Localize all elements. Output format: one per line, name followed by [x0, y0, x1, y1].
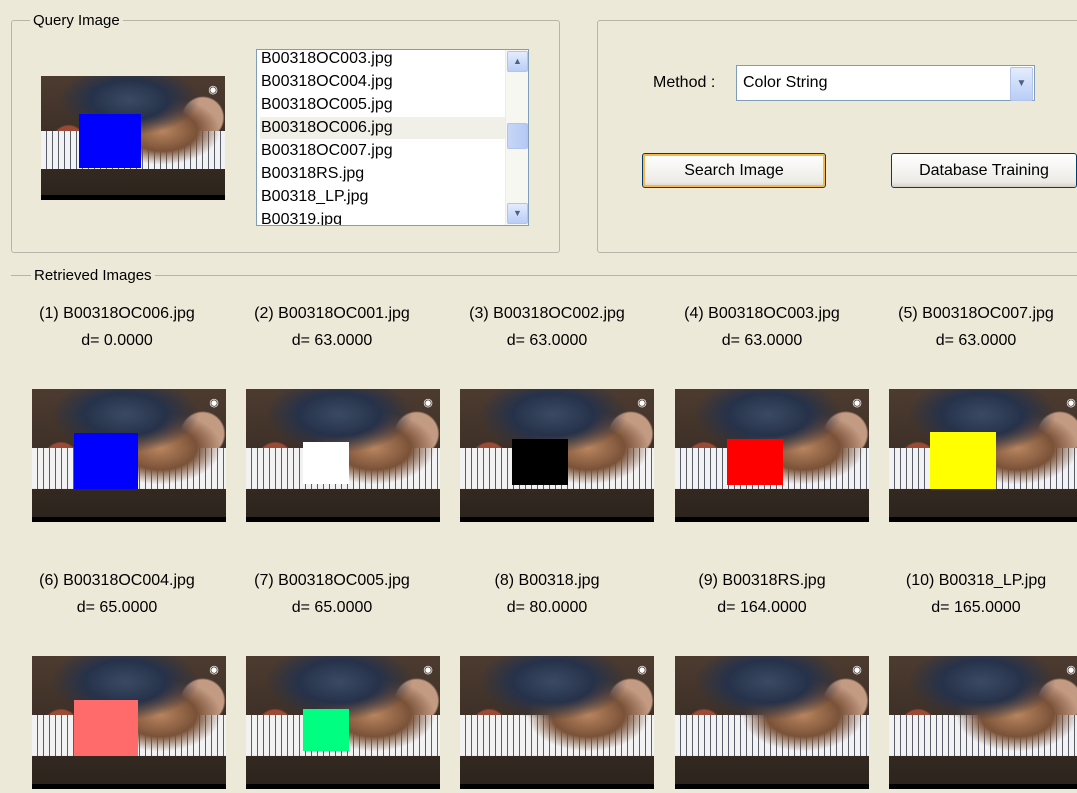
result-image[interactable]: ◉ — [889, 656, 1077, 789]
result-distance: d= 0.0000 — [81, 332, 153, 349]
search-image-button[interactable]: Search Image — [642, 153, 826, 188]
list-item[interactable]: B00318OC005.jpg — [260, 94, 393, 116]
color-patch — [303, 709, 349, 751]
result-image[interactable]: ◉ — [460, 389, 654, 522]
scroll-thumb[interactable] — [507, 123, 528, 149]
retrieved-images-divider — [11, 275, 1077, 276]
list-item[interactable]: B00318OC007.jpg — [260, 140, 393, 162]
list-item[interactable]: B00318OC004.jpg — [260, 71, 393, 93]
network-logo-icon: ◉ — [852, 397, 862, 409]
list-item[interactable]: B00318_LP.jpg — [260, 186, 368, 208]
result-image[interactable]: ◉ — [675, 389, 869, 522]
result-title: (1) B00318OC006.jpg — [39, 305, 195, 322]
color-patch — [512, 439, 568, 485]
result-title: (5) B00318OC007.jpg — [898, 305, 1054, 322]
result-title: (8) B00318.jpg — [494, 572, 600, 589]
listbox-scrollbar[interactable]: ▲ ▼ — [505, 50, 528, 225]
list-item[interactable]: B00318OC003.jpg — [260, 50, 393, 70]
method-label: Method : — [653, 74, 716, 91]
network-logo-icon: ◉ — [1066, 397, 1076, 409]
result-title: (9) B00318RS.jpg — [698, 572, 826, 589]
result-image[interactable]: ◉ — [460, 656, 654, 789]
result-distance: d= 164.0000 — [717, 599, 807, 616]
list-item[interactable]: B00318OC006.jpg — [260, 117, 507, 139]
result-image[interactable]: ◉ — [32, 656, 226, 789]
network-logo-icon: ◉ — [209, 664, 219, 676]
network-logo-icon: ◉ — [423, 664, 433, 676]
method-select[interactable]: Color String ▼ — [736, 65, 1035, 101]
network-logo-icon: ◉ — [852, 664, 862, 676]
result-distance: d= 65.0000 — [76, 599, 158, 616]
list-item[interactable]: B00318RS.jpg — [260, 163, 364, 185]
network-logo-icon: ◉ — [209, 397, 219, 409]
result-distance: d= 65.0000 — [291, 599, 373, 616]
query-image-title: Query Image — [30, 12, 123, 29]
result-distance: d= 80.0000 — [506, 599, 588, 616]
result-image[interactable]: ◉ — [889, 389, 1077, 522]
result-image[interactable]: ◉ — [32, 389, 226, 522]
retrieved-images-title: Retrieved Images — [31, 267, 155, 284]
result-distance: d= 63.0000 — [291, 332, 373, 349]
file-listbox[interactable]: B00318OC003.jpg B00318OC004.jpg B00318OC00… — [256, 49, 529, 226]
result-title: (10) B00318_LP.jpg — [905, 572, 1047, 589]
color-patch — [930, 432, 996, 489]
method-select-value: Color String — [743, 74, 828, 91]
network-logo-icon: ◉ — [423, 397, 433, 409]
scroll-down-icon[interactable]: ▼ — [507, 203, 528, 224]
result-title: (6) B00318OC004.jpg — [39, 572, 195, 589]
result-distance: d= 165.0000 — [931, 599, 1021, 616]
chevron-down-icon[interactable]: ▼ — [1010, 67, 1033, 101]
color-patch — [74, 433, 138, 489]
result-image[interactable]: ◉ — [246, 389, 440, 522]
query-color-patch — [79, 114, 141, 168]
result-title: (2) B00318OC001.jpg — [254, 305, 410, 322]
result-image[interactable]: ◉ — [675, 656, 869, 789]
result-distance: d= 63.0000 — [506, 332, 588, 349]
result-distance: d= 63.0000 — [935, 332, 1017, 349]
result-title: (7) B00318OC005.jpg — [254, 572, 410, 589]
database-training-button[interactable]: Database Training — [891, 153, 1077, 188]
color-patch — [303, 442, 349, 484]
color-patch — [727, 439, 783, 485]
network-logo-icon: ◉ — [208, 84, 218, 96]
result-title: (4) B00318OC003.jpg — [684, 305, 840, 322]
controls-group — [597, 20, 1077, 253]
color-patch — [74, 700, 138, 756]
network-logo-icon: ◉ — [637, 397, 647, 409]
scroll-up-icon[interactable]: ▲ — [507, 51, 528, 72]
list-item[interactable]: B00319.jpg — [260, 209, 342, 225]
result-distance: d= 63.0000 — [721, 332, 803, 349]
query-image-preview: ◉ — [41, 76, 225, 200]
network-logo-icon: ◉ — [1066, 664, 1076, 676]
result-image[interactable]: ◉ — [246, 656, 440, 789]
result-title: (3) B00318OC002.jpg — [469, 305, 625, 322]
network-logo-icon: ◉ — [637, 664, 647, 676]
